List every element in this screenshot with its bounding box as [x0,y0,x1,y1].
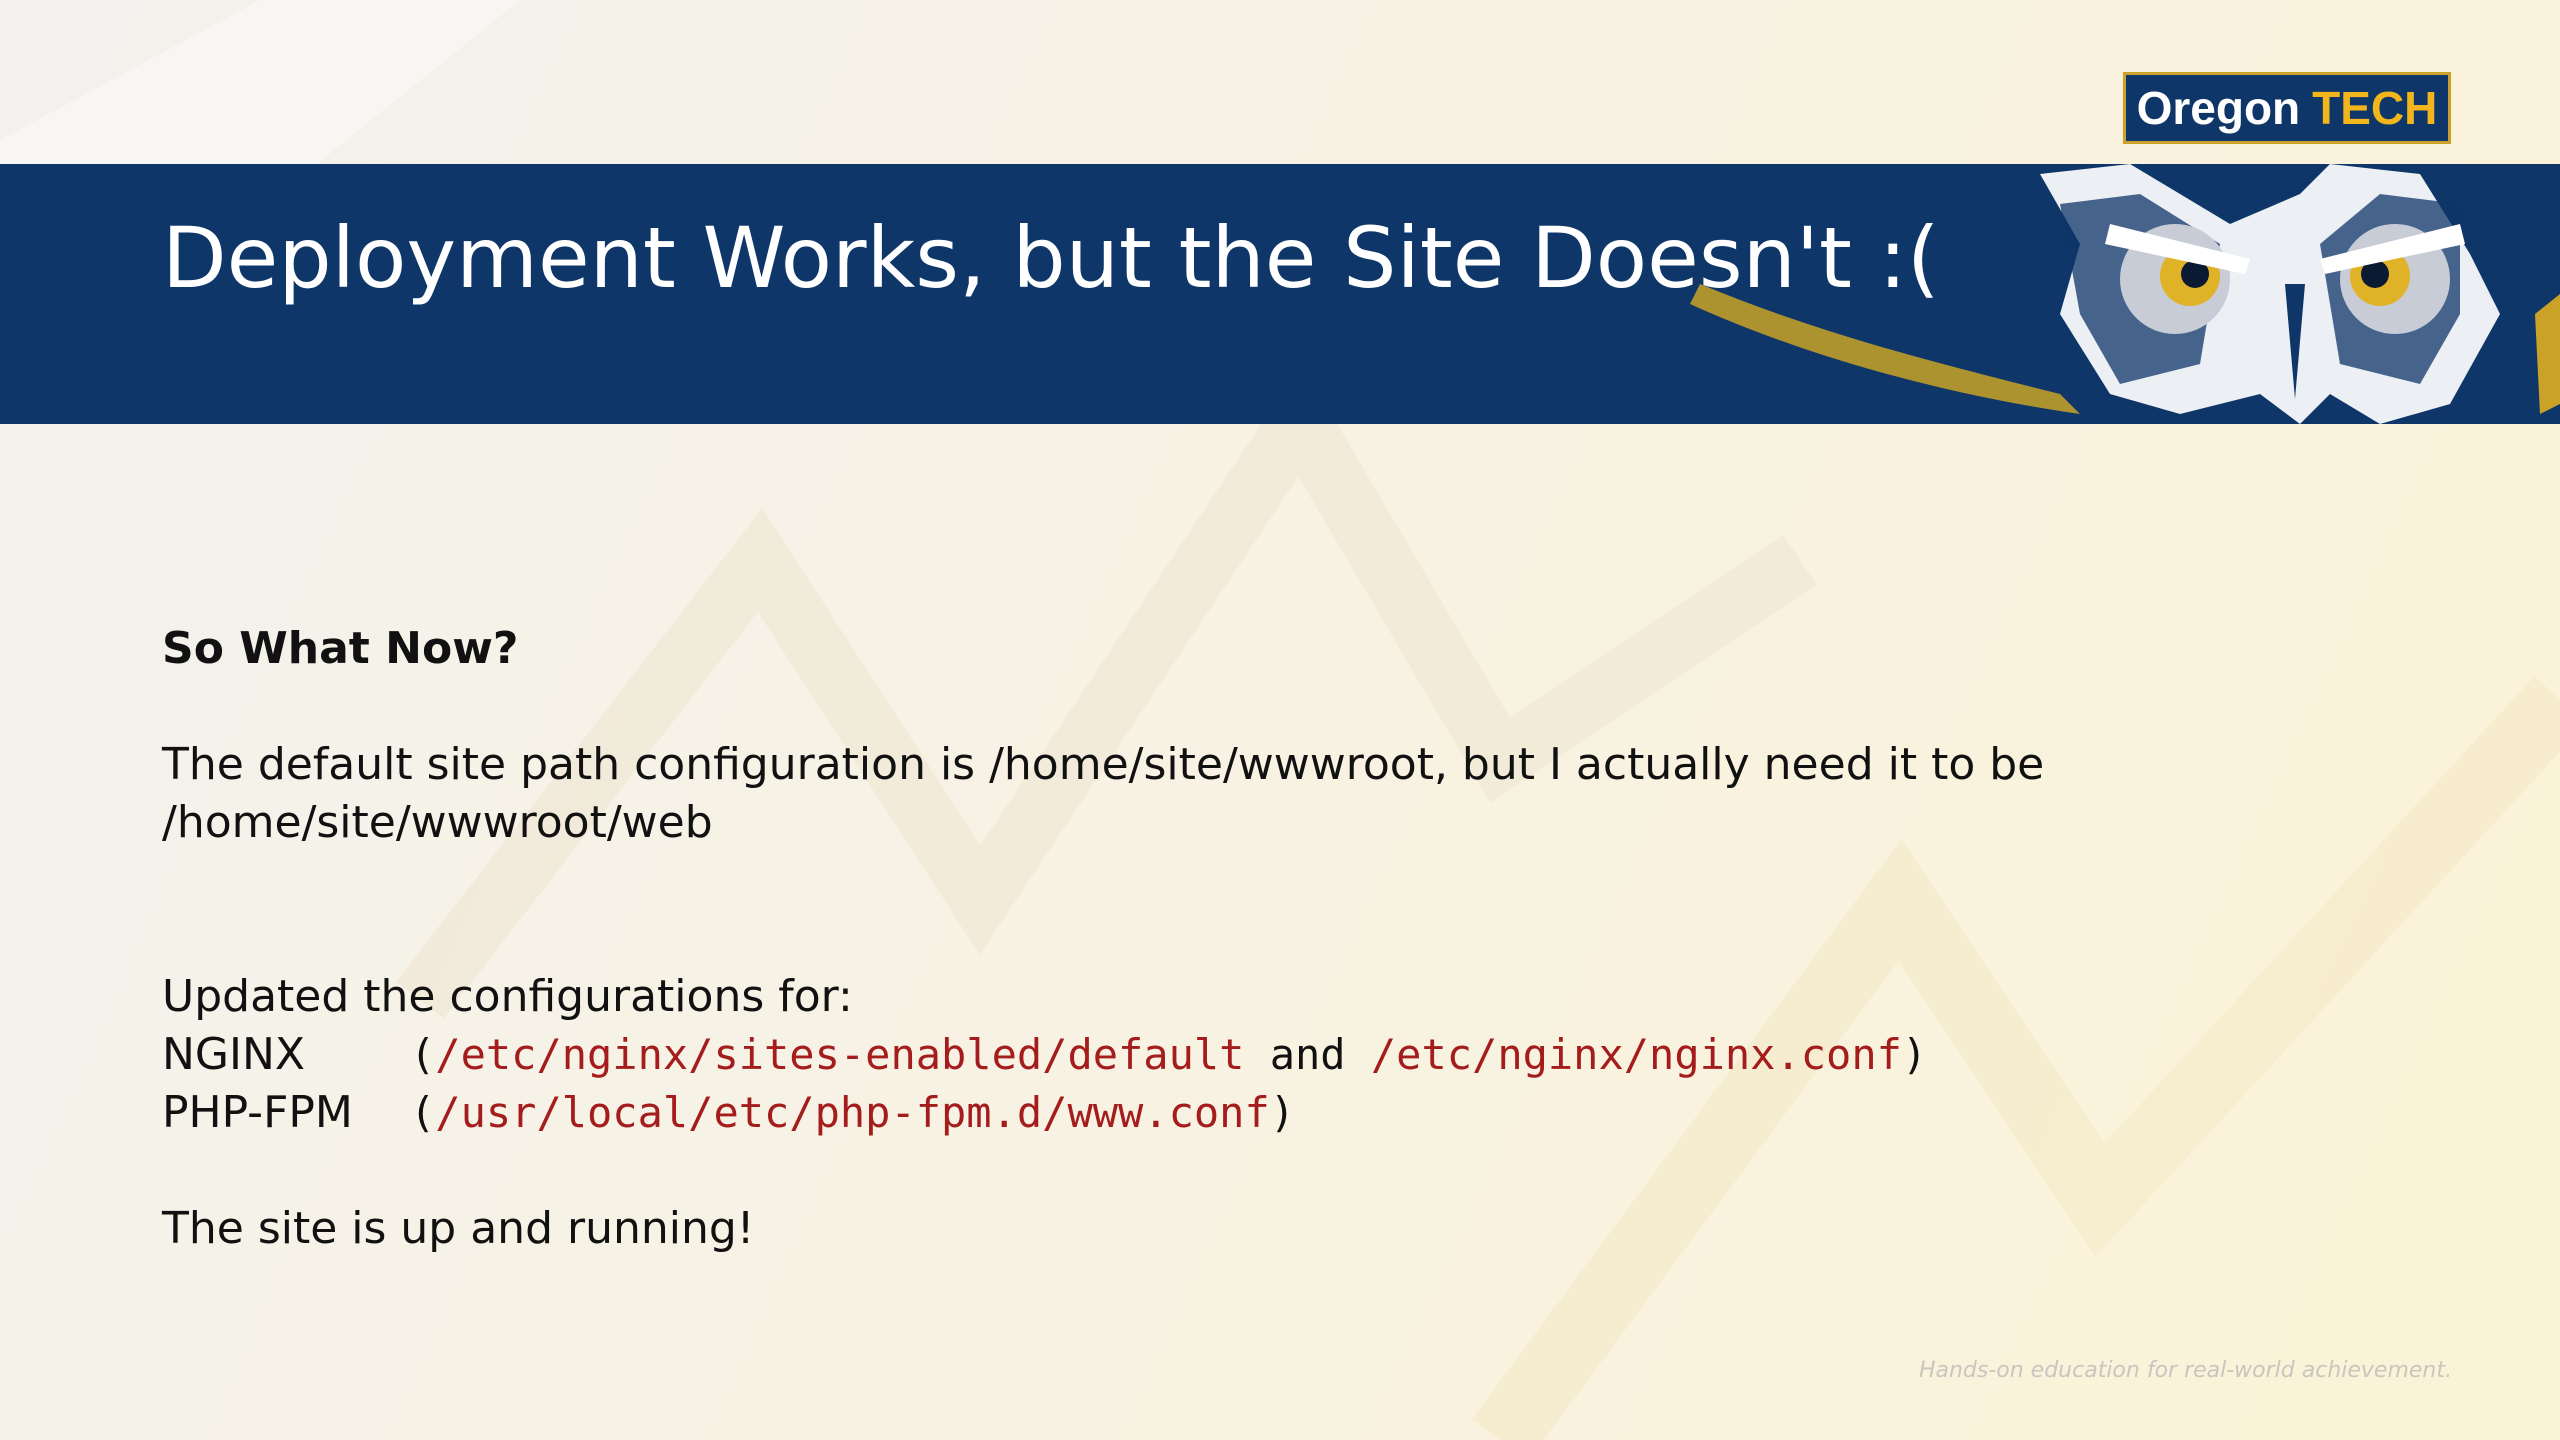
logo-word-oregon: Oregon [2136,82,2301,134]
phpfpm-open-paren: ( [410,1088,436,1137]
nginx-config-line: NGINX (/etc/nginx/sites-enabled/default a… [162,1026,2162,1084]
phpfpm-config-line: PHP-FPM (/usr/local/etc/php-fpm.d/www.con… [162,1084,2162,1142]
nginx-open-paren: ( [410,1030,436,1079]
paragraph-line-1: The default site path configuration is /… [162,739,2045,790]
conclusion-text: The site is up and running! [162,1203,755,1254]
slide-body: So What Now? The default site path confi… [162,620,2162,1258]
oregon-tech-logo: Oregon TECH [2123,72,2451,144]
nginx-label: NGINX [162,1029,306,1080]
nginx-sites-path: /etc/nginx/sites-enabled/default [435,1030,1245,1079]
title-banner: Deployment Works, but the Site Doesn't :… [0,164,2560,424]
footer-tagline: Hands-on education for real-world achiev… [1918,1358,2452,1383]
nginx-close-paren: ) [1901,1030,1928,1079]
section-heading: So What Now? [162,623,519,674]
phpfpm-close-paren: ) [1269,1088,1296,1137]
paragraph-line-2: /home/site/wwwroot/web [162,797,713,848]
phpfpm-label: PHP-FPM [162,1087,353,1138]
logo-word-tech: TECH [2312,82,2438,134]
slide-title: Deployment Works, but the Site Doesn't :… [162,209,1940,307]
phpfpm-conf-path: /usr/local/etc/php-fpm.d/www.conf [435,1088,1270,1137]
updated-intro: Updated the configurations for: [162,971,853,1022]
nginx-and: and [1244,1030,1371,1079]
nginx-conf-path: /etc/nginx/nginx.conf [1370,1030,1902,1079]
